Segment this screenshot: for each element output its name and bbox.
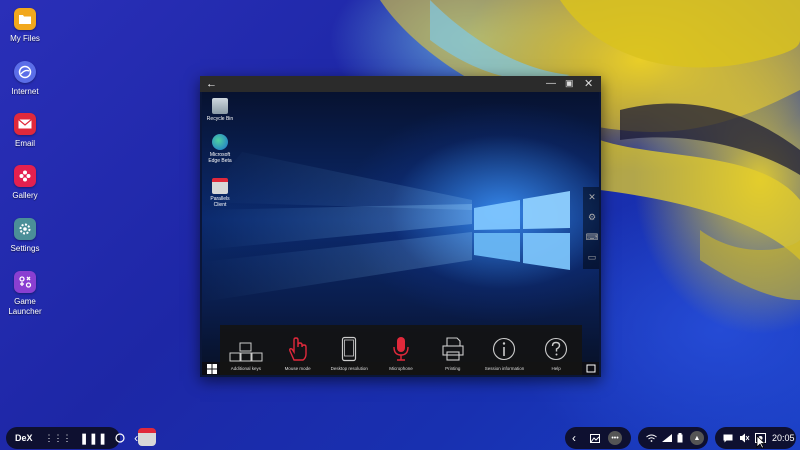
phone-icon xyxy=(342,336,357,362)
keys-icon xyxy=(229,342,263,362)
close-icon[interactable]: ✕ xyxy=(584,77,593,90)
windows-start-icon[interactable] xyxy=(207,364,217,374)
remote-icon-edge-beta[interactable]: Microsoft Edge Beta xyxy=(206,134,234,164)
minimize-icon[interactable]: — xyxy=(546,78,556,89)
battery-icon xyxy=(677,433,683,443)
desktop-icon-label: My Files xyxy=(10,34,40,43)
chevron-up-icon[interactable]: ▲ xyxy=(690,431,704,445)
toolbar-session-information[interactable]: Session information xyxy=(479,325,531,375)
quick-settings-pill[interactable]: ▲ xyxy=(638,427,708,449)
toolbar-label: Microphone xyxy=(389,366,413,371)
taskbar-apps-pill: ‹ ••• xyxy=(565,427,631,449)
recycle-bin-icon xyxy=(212,98,228,114)
internet-icon xyxy=(14,61,36,83)
more-options-icon[interactable]: ••• xyxy=(608,431,622,445)
edge-icon xyxy=(212,134,228,150)
dex-button[interactable]: DeX xyxy=(15,433,33,443)
desktop-icon-email[interactable]: Email xyxy=(4,113,46,149)
toolbar-mouse-mode[interactable]: Mouse mode xyxy=(272,325,324,375)
windows-logo xyxy=(474,191,570,270)
toolbar-additional-keys[interactable]: Additional keys xyxy=(220,325,272,375)
desktop-icon-label: Game Launcher xyxy=(8,297,42,316)
desktop-icon-settings[interactable]: Settings xyxy=(4,218,46,254)
help-icon xyxy=(545,337,568,361)
window-icon[interactable]: ▭ xyxy=(588,247,597,267)
home-icon[interactable] xyxy=(115,433,125,443)
notification-icon[interactable] xyxy=(586,364,596,374)
signal-icon xyxy=(662,434,672,442)
toolbar-label: Desktop resolution xyxy=(330,366,368,371)
desktop-icon-label: Internet xyxy=(11,87,39,96)
toolbar-label: Additional keys xyxy=(230,366,261,371)
close-icon[interactable]: ✕ xyxy=(588,187,596,207)
remote-icon-label: Recycle Bin xyxy=(206,116,234,122)
toolbar-label: Printing xyxy=(445,366,461,371)
desktop-icon-label: Email xyxy=(14,139,35,148)
gallery-icon xyxy=(14,165,36,187)
microphone-icon xyxy=(393,337,409,361)
email-icon xyxy=(14,113,36,135)
remote-desktop-window[interactable]: ← — ▣ ✕ Recycle Bin Microsoft Edge Beta … xyxy=(200,76,601,377)
toolbar-help[interactable]: Help xyxy=(530,325,582,375)
desktop-icon-label: Settings xyxy=(10,244,40,253)
gear-icon xyxy=(14,218,36,240)
game-launcher-icon xyxy=(14,271,36,293)
dex-nav-pill: DeX ⋮⋮⋮ ❚❚❚ ‹ xyxy=(6,427,138,449)
maximize-icon[interactable]: ▣ xyxy=(565,78,574,89)
toolbar-label: Mouse mode xyxy=(284,366,311,371)
desktop-icon-label: Gallery xyxy=(12,191,38,200)
hand-icon xyxy=(288,337,307,361)
session-toolbar[interactable]: Additional keys Mouse mode Desktop resol… xyxy=(220,325,582,375)
remote-desktop-view[interactable]: Recycle Bin Microsoft Edge Beta Parallel… xyxy=(202,92,599,375)
remote-icon-parallels-client[interactable]: Parallels Client xyxy=(206,178,234,208)
toolbar-printing[interactable]: Printing xyxy=(427,325,479,375)
parallels-icon xyxy=(212,178,228,194)
remote-icon-recycle-bin[interactable]: Recycle Bin xyxy=(206,98,234,122)
wifi-icon xyxy=(646,434,657,442)
mouse-cursor-icon xyxy=(756,435,766,449)
message-icon[interactable] xyxy=(723,434,733,443)
recent-apps-icon[interactable]: ❚❚❚ xyxy=(80,432,108,445)
keyboard-icon[interactable]: ⌨ xyxy=(586,227,599,247)
toolbar-desktop-resolution[interactable]: Desktop resolution xyxy=(323,325,375,375)
toolbar-label: Help xyxy=(551,366,561,371)
remote-icon-label: Parallels Client xyxy=(210,196,230,208)
gear-icon[interactable]: ⚙ xyxy=(588,207,596,227)
toolbar-microphone[interactable]: Microphone xyxy=(375,325,427,375)
printer-icon xyxy=(442,337,464,361)
desktop-icon-gallery[interactable]: Gallery xyxy=(4,165,46,201)
clock: 20:05 xyxy=(772,433,795,443)
desktop-icon-internet[interactable]: Internet xyxy=(4,61,46,97)
gallery-notification-icon[interactable] xyxy=(590,433,600,443)
desktop-icon-my-files[interactable]: My Files xyxy=(4,8,46,44)
toolbar-label: Session information xyxy=(484,366,525,371)
window-titlebar[interactable]: ← — ▣ ✕ xyxy=(200,76,601,92)
desktop-icon-game-launcher[interactable]: Game Launcher xyxy=(4,271,46,317)
session-side-toolbar[interactable]: ✕ ⚙ ⌨ ▭ xyxy=(583,187,599,269)
info-icon xyxy=(493,337,516,361)
parallels-client-taskbar-icon[interactable] xyxy=(138,428,156,446)
chevron-left-icon[interactable]: ‹ xyxy=(572,431,576,445)
mute-icon[interactable] xyxy=(739,433,750,443)
folder-icon xyxy=(14,8,36,30)
back-arrow-icon[interactable]: ← xyxy=(206,78,217,90)
apps-grid-icon[interactable]: ⋮⋮⋮ xyxy=(45,433,72,444)
remote-icon-label: Microsoft Edge Beta xyxy=(208,152,232,164)
